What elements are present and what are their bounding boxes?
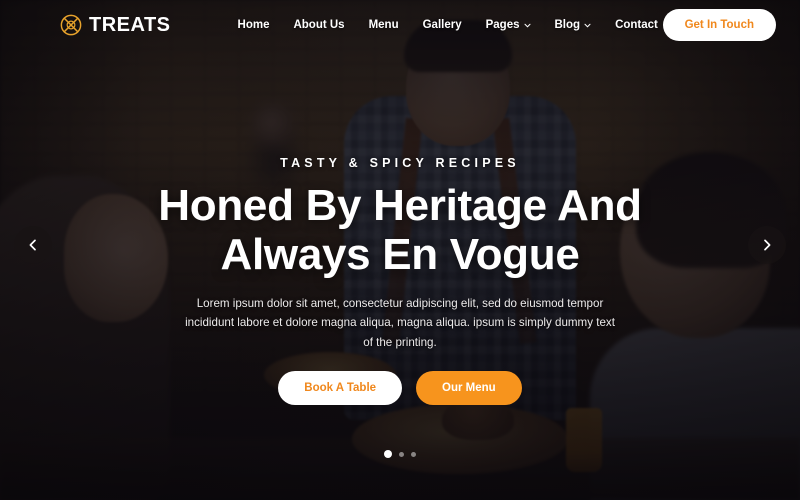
- chevron-left-icon: [29, 239, 36, 251]
- get-in-touch-button[interactable]: Get In Touch: [662, 9, 776, 41]
- chevron-down-icon: [523, 23, 531, 27]
- brand-name: TREATS: [89, 13, 171, 36]
- nav-item-about-us[interactable]: About Us: [293, 19, 344, 31]
- brand-logo[interactable]: TREATS: [60, 14, 171, 37]
- nav-label: Contact: [615, 19, 658, 31]
- headline-line-1: Honed By Heritage And: [158, 181, 642, 230]
- hero-paragraph: Lorem ipsum dolor sit amet, consectetur …: [185, 296, 615, 350]
- nav-label: About Us: [293, 19, 345, 31]
- nav-label: Gallery: [422, 19, 462, 31]
- slider-dot-3[interactable]: [411, 451, 416, 457]
- headline-line-2: Always En Vogue: [220, 230, 580, 280]
- nav-label: Menu: [368, 19, 399, 31]
- hero-slider: TREATS Home About Us Menu Gallery Pages: [0, 0, 800, 500]
- slider-pagination: [0, 450, 800, 458]
- nav-item-home[interactable]: Home: [238, 19, 270, 31]
- main-navigation: Home About Us Menu Gallery Pages Blog Co…: [238, 19, 658, 31]
- nav-label: Blog: [554, 19, 581, 31]
- chevron-down-icon: [584, 23, 591, 27]
- nav-item-contact[interactable]: Contact: [615, 19, 658, 31]
- hero-content: Tasty & Spicy Recipes Honed By Heritage …: [0, 156, 800, 406]
- nav-item-blog[interactable]: Blog: [555, 19, 592, 31]
- our-menu-button[interactable]: Our Menu: [416, 371, 522, 406]
- hero-eyebrow: Tasty & Spicy Recipes: [280, 156, 520, 170]
- nav-label: Pages: [485, 19, 520, 31]
- site-header: TREATS Home About Us Menu Gallery Pages: [0, 0, 800, 50]
- nav-label: Home: [237, 19, 270, 31]
- slider-prev-button[interactable]: [14, 226, 52, 264]
- hero-button-row: Book A Table Our Menu: [0, 371, 800, 406]
- slider-next-button[interactable]: [748, 226, 786, 264]
- nav-item-menu[interactable]: Menu: [369, 19, 399, 31]
- chevron-right-icon: [764, 239, 771, 251]
- nav-item-gallery[interactable]: Gallery: [423, 19, 462, 31]
- book-a-table-button[interactable]: Book A Table: [278, 371, 403, 406]
- slider-dot-1[interactable]: [384, 450, 392, 458]
- hero-headline: Honed By Heritage And Always En Vogue: [0, 181, 800, 280]
- slider-dot-2[interactable]: [399, 451, 404, 457]
- nav-item-pages[interactable]: Pages: [486, 19, 531, 31]
- crossed-utensils-circle-icon: [60, 14, 82, 36]
